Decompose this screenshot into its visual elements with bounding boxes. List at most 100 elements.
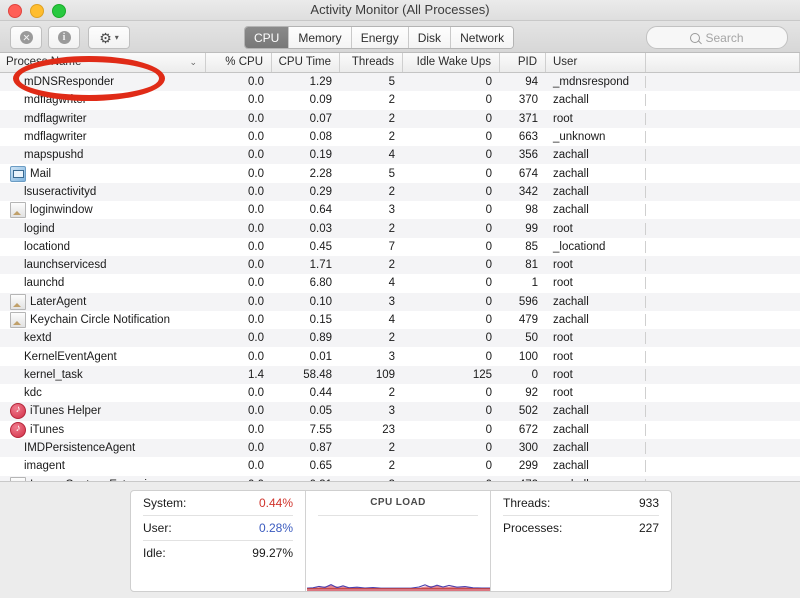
cell-process-name: mapspushd (0, 149, 206, 161)
table-row[interactable]: loginwindow 0.0 0.64 3 0 98 zachall (0, 201, 800, 220)
cell-pid: 342 (518, 185, 538, 198)
inspect-process-button[interactable]: i (48, 26, 80, 49)
cell-cpu-percent: 0.0 (248, 240, 264, 253)
cell-cpu-time: 1.29 (309, 76, 332, 89)
search-field[interactable]: Search (646, 26, 788, 49)
table-row[interactable]: Mail 0.0 2.28 5 0 674 zachall (0, 164, 800, 183)
search-icon (690, 32, 701, 43)
table-row[interactable]: mdflagwriter 0.0 0.08 2 0 663 _unknown (0, 127, 800, 147)
cell-threads: 2 (388, 94, 395, 107)
cell-cpu-time: 0.10 (309, 295, 332, 308)
cell-threads: 2 (388, 259, 395, 272)
table-row[interactable]: iTunes 0.0 7.55 23 0 672 zachall (0, 420, 800, 439)
column-header-idle-wake-ups[interactable]: Idle Wake Ups (403, 53, 500, 72)
table-row[interactable]: mdflagwriter 0.0 0.09 2 0 370 zachall (0, 91, 800, 110)
table-row[interactable]: lsuseractivityd 0.0 0.29 2 0 342 zachall (0, 182, 800, 202)
table-row[interactable]: LaterAgent 0.0 0.10 3 0 596 zachall (0, 292, 800, 311)
cell-idle-wake-ups: 0 (485, 76, 492, 89)
cell-pid: 300 (518, 442, 538, 455)
tab-disk[interactable]: Disk (408, 27, 452, 48)
cell-cpu-time: 58.48 (303, 368, 332, 381)
table-row[interactable]: kextd 0.0 0.89 2 0 50 root (0, 329, 800, 348)
table-row[interactable]: locationd 0.0 0.45 7 0 85 _locationd (0, 237, 800, 256)
cell-cpu-percent: 0.0 (248, 204, 264, 217)
cell-cpu-time: 0.29 (309, 185, 332, 198)
table-row[interactable]: mdflagwriter 0.0 0.07 2 0 371 root (0, 109, 800, 128)
cell-user: _unknown (546, 131, 646, 144)
table-row[interactable]: kernel_task 1.4 58.48 109 125 0 root (0, 365, 800, 385)
bottom-status-panel: System: 0.44% User: 0.28% Idle: 99.27% C… (0, 481, 800, 598)
cell-idle-wake-ups: 0 (485, 185, 492, 198)
cell-user: root (546, 112, 646, 125)
column-header-threads[interactable]: Threads (340, 53, 403, 72)
window-title: Activity Monitor (All Processes) (310, 2, 490, 17)
cell-cpu-time: 7.55 (309, 423, 332, 436)
cell-cpu-percent: 0.0 (248, 149, 264, 162)
cell-process-name: KernelEventAgent (0, 351, 206, 363)
table-row[interactable]: IMDPersistenceAgent 0.0 0.87 2 0 300 zachall (0, 438, 800, 458)
tab-network[interactable]: Network (451, 27, 514, 48)
process-name-label: mdflagwriter (24, 112, 87, 125)
table-row[interactable]: mDNSResponder 0.0 1.29 5 0 94 _mdnsrespond (0, 73, 800, 92)
process-name-label: kernel_task (24, 368, 83, 381)
cell-threads: 3 (388, 350, 395, 363)
cell-cpu-percent: 0.0 (248, 131, 264, 144)
cell-idle-wake-ups: 0 (485, 112, 492, 125)
column-header-user[interactable]: User (546, 53, 646, 72)
cell-cpu-percent: 0.0 (248, 94, 264, 107)
tab-energy[interactable]: Energy (351, 27, 409, 48)
window-titlebar: Activity Monitor (All Processes) (0, 0, 800, 21)
cell-cpu-time: 0.05 (309, 405, 332, 418)
table-row[interactable]: logind 0.0 0.03 2 0 99 root (0, 219, 800, 238)
cell-process-name: lsuseractivityd (0, 186, 206, 198)
cell-cpu-time: 0.89 (309, 332, 332, 345)
cell-threads: 2 (388, 131, 395, 144)
table-row[interactable]: launchd 0.0 6.80 4 0 1 root (0, 274, 800, 293)
cell-user: _mdnsrespond (546, 76, 646, 89)
column-header-pid[interactable]: PID (500, 53, 546, 72)
process-name-label: mDNSResponder (24, 76, 115, 89)
cell-idle-wake-ups: 0 (485, 277, 492, 290)
process-table[interactable]: mDNSResponder 0.0 1.29 5 0 94 _mdnsrespond mdfl… (0, 73, 800, 484)
table-row[interactable]: mapspushd 0.0 0.19 4 0 356 zachall (0, 146, 800, 165)
cell-threads: 4 (388, 314, 395, 326)
column-header-process-name[interactable]: Process Name ⌄ (0, 53, 206, 72)
column-header-cpu-time[interactable]: CPU Time (272, 53, 340, 72)
cell-idle-wake-ups: 0 (485, 167, 492, 180)
doc-app-icon (10, 312, 26, 328)
cell-cpu-time: 0.03 (309, 222, 332, 235)
process-name-label: kextd (24, 332, 52, 345)
cell-user: root (546, 350, 646, 363)
table-row[interactable]: iTunes Helper 0.0 0.05 3 0 502 zachall (0, 402, 800, 421)
cell-idle-wake-ups: 0 (485, 460, 492, 473)
cpu-load-graph-panel: CPU LOAD (306, 491, 491, 591)
cell-threads: 4 (388, 149, 395, 162)
process-name-label: IMDPersistenceAgent (24, 442, 136, 455)
table-row[interactable]: kdc 0.0 0.44 2 0 92 root (0, 384, 800, 403)
table-row[interactable]: imagent 0.0 0.65 2 0 299 zachall (0, 457, 800, 476)
table-row[interactable]: Keychain Circle Notification 0.0 0.15 4 0 479… (0, 310, 800, 330)
stat-row-system: System: 0.44% (143, 491, 293, 516)
activity-monitor-window: Activity Monitor (All Processes) i ⚙ ▾ C… (0, 0, 800, 598)
tab-cpu[interactable]: CPU (245, 27, 290, 48)
table-row[interactable]: KernelEventAgent 0.0 0.01 3 0 100 root (0, 347, 800, 366)
cell-user: root (546, 277, 646, 290)
column-header-cpu-percent[interactable]: % CPU (206, 53, 272, 72)
tab-memory[interactable]: Memory (289, 27, 352, 48)
column-header-process-name-label: Process Name (6, 56, 82, 68)
cell-user: zachall (546, 204, 646, 217)
stop-process-button[interactable] (10, 26, 42, 49)
cell-cpu-percent: 0.0 (248, 167, 264, 180)
stat-label-system: System: (143, 496, 187, 510)
cell-cpu-percent: 0.0 (248, 405, 264, 418)
process-name-label: locationd (24, 240, 71, 253)
cell-process-name: launchd (0, 277, 206, 289)
cell-cpu-time: 0.44 (309, 387, 332, 400)
cell-user: zachall (546, 167, 646, 180)
cell-cpu-time: 0.08 (309, 131, 332, 144)
cpu-usage-panel: System: 0.44% User: 0.28% Idle: 99.27% (131, 491, 306, 591)
chevron-down-icon[interactable]: ⌄ (189, 53, 197, 72)
cell-idle-wake-ups: 0 (485, 94, 492, 107)
table-row[interactable]: launchservicesd 0.0 1.71 2 0 81 root (0, 255, 800, 275)
gear-menu-button[interactable]: ⚙ ▾ (88, 26, 130, 49)
